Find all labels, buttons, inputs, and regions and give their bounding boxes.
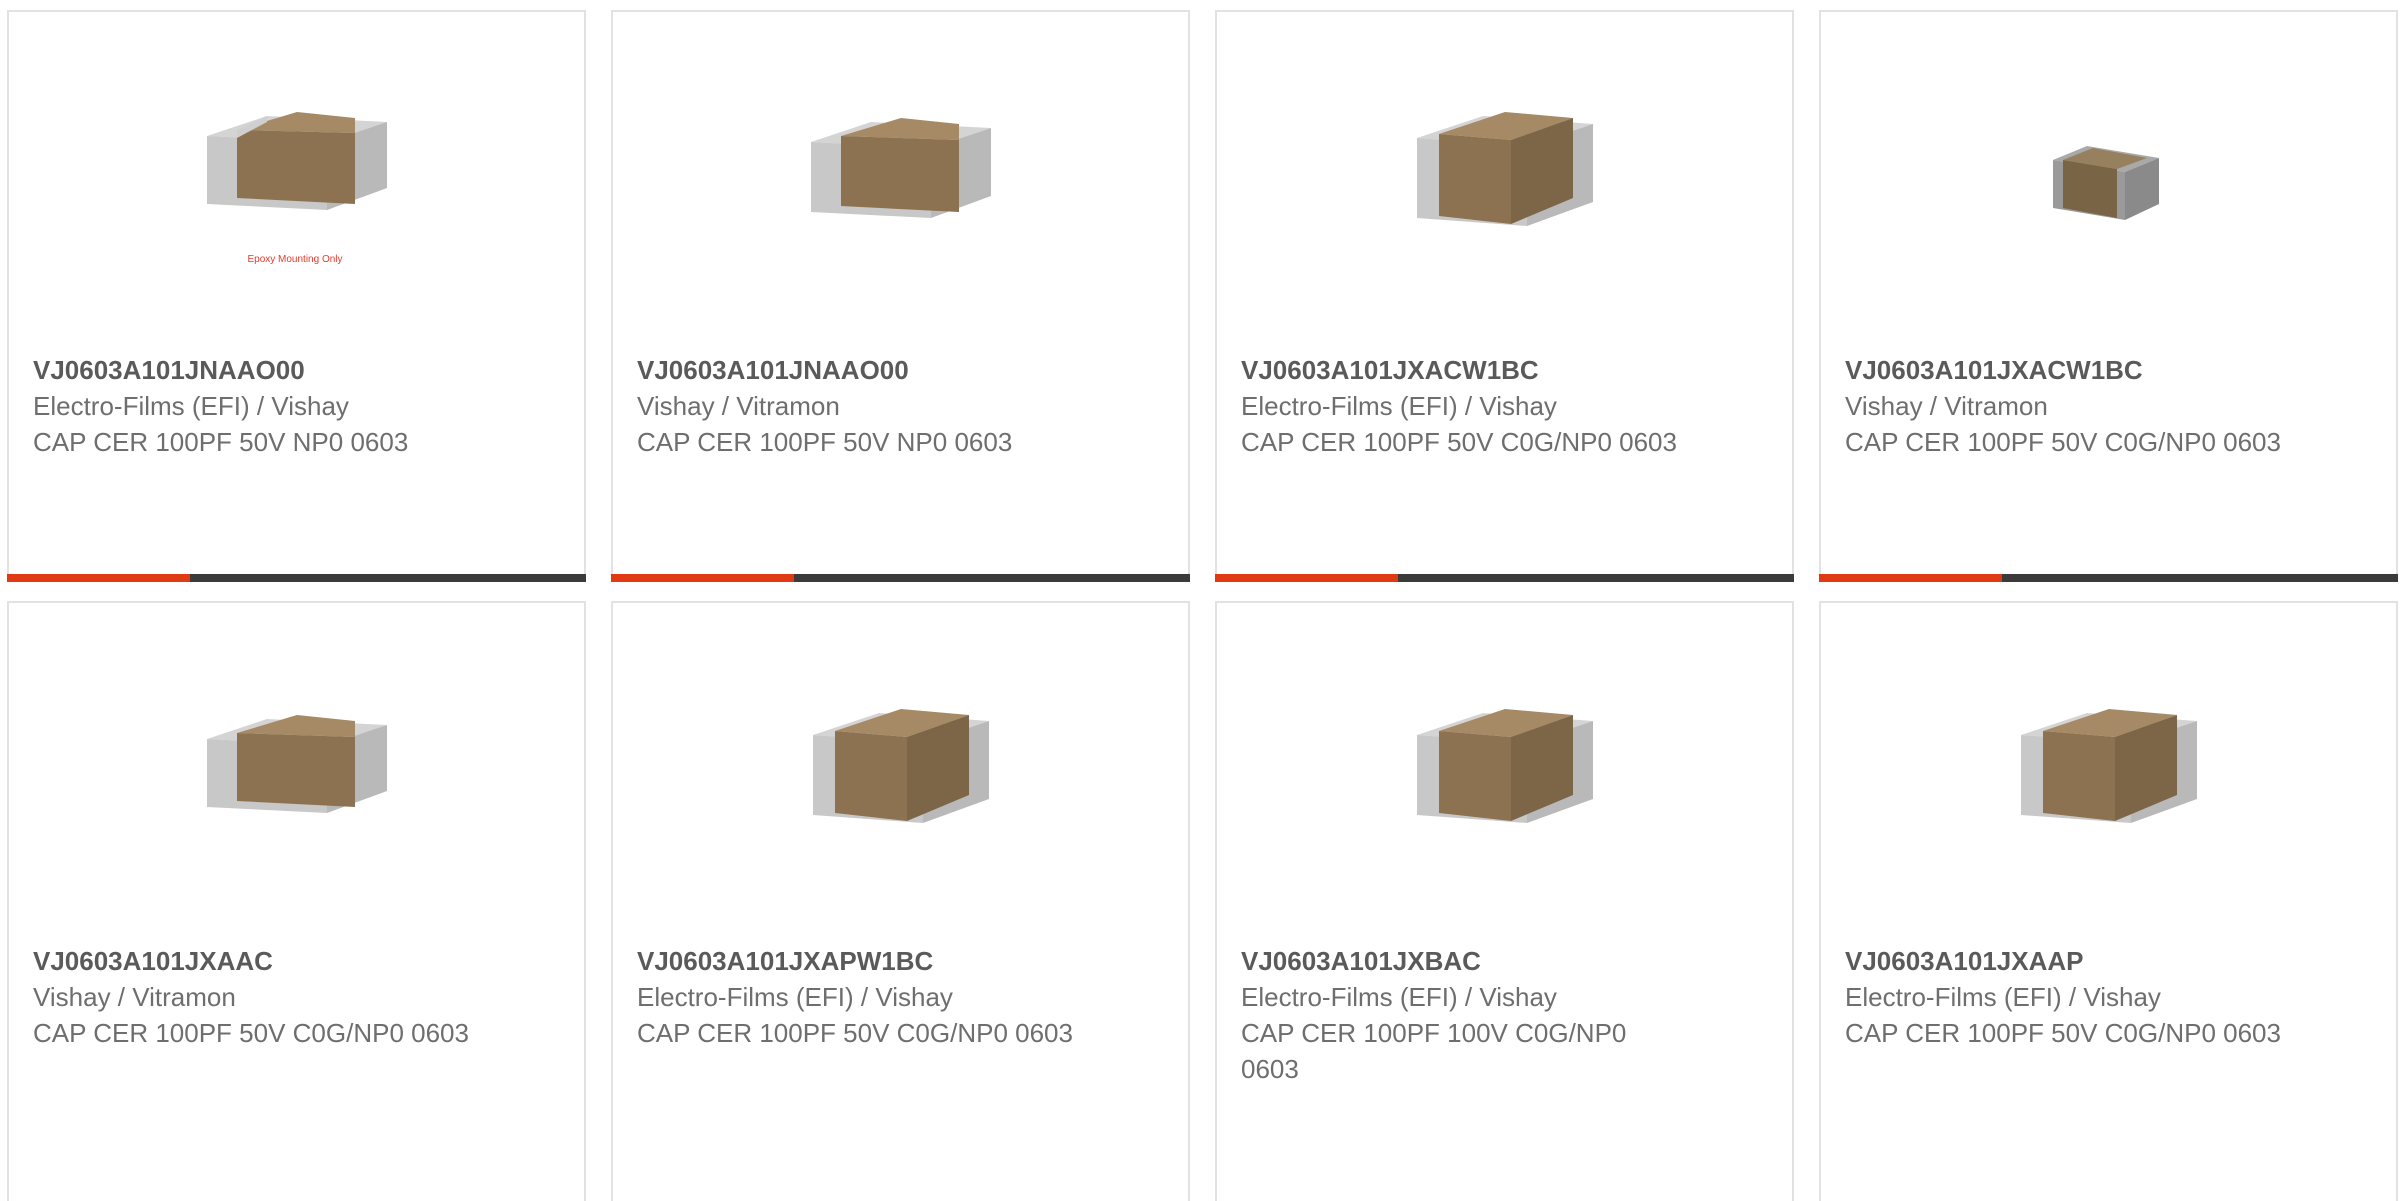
product-card[interactable]: Epoxy Mounting Only VJ0603A101JNAAO00 El… [7,10,586,582]
image-caption: Epoxy Mounting Only [247,254,342,265]
part-number-link[interactable]: VJ0603A101JNAAO00 [33,352,473,388]
hover-bar-accent [611,574,794,582]
capacitor-icon [1403,86,1603,286]
part-number-link[interactable]: VJ0603A101JNAAO00 [637,352,1077,388]
product-card[interactable]: VJ0603A101JXAAC Vishay / Vitramon CAP CE… [7,601,586,1201]
capacitor-icon [2007,677,2207,877]
product-card[interactable]: VJ0603A101JXAPW1BC Electro-Films (EFI) /… [611,601,1190,1201]
product-card[interactable]: VJ0603A101JNAAO00 Vishay / Vitramon CAP … [611,10,1190,582]
capacitor-icon [1403,677,1603,877]
manufacturer: Vishay / Vitramon [1845,391,2048,421]
product-card[interactable]: VJ0603A101JXACW1BC Vishay / Vitramon CAP… [1819,10,2398,582]
product-card[interactable]: VJ0603A101JXBAC Electro-Films (EFI) / Vi… [1215,601,1794,1201]
hover-bar-accent [7,574,190,582]
hover-bar [1819,574,2398,582]
description: CAP CER 100PF 50V C0G/NP0 0603 [33,1018,469,1048]
manufacturer: Electro-Films (EFI) / Vishay [1241,391,1557,421]
part-number-link[interactable]: VJ0603A101JXBAC [1241,943,1681,979]
hover-bar [611,574,1190,582]
part-number-link[interactable]: VJ0603A101JXAAP [1845,943,2285,979]
description: CAP CER 100PF 50V C0G/NP0 0603 [1241,427,1677,457]
description: CAP CER 100PF 50V C0G/NP0 0603 [1845,1018,2281,1048]
part-number-link[interactable]: VJ0603A101JXAAC [33,943,473,979]
product-card[interactable]: VJ0603A101JXACW1BC Electro-Films (EFI) /… [1215,10,1794,582]
hover-bar-accent [1819,574,2002,582]
manufacturer: Vishay / Vitramon [33,982,236,1012]
description: CAP CER 100PF 50V NP0 0603 [33,427,409,457]
capacitor-icon [195,677,395,877]
capacitor-epoxy-icon: Epoxy Mounting Only [195,86,395,286]
hover-bar [7,574,586,582]
capacitor-icon [799,86,999,286]
capacitor-small-icon [2007,86,2207,286]
manufacturer: Vishay / Vitramon [637,391,840,421]
product-card[interactable]: VJ0603A101JXAAP Electro-Films (EFI) / Vi… [1819,601,2398,1201]
part-number-link[interactable]: VJ0603A101JXACW1BC [1241,352,1681,388]
manufacturer: Electro-Films (EFI) / Vishay [33,391,349,421]
product-grid: Epoxy Mounting Only VJ0603A101JNAAO00 El… [7,10,2400,1201]
capacitor-icon [799,677,999,877]
description: CAP CER 100PF 50V C0G/NP0 0603 [637,1018,1073,1048]
description: CAP CER 100PF 50V NP0 0603 [637,427,1013,457]
part-number-link[interactable]: VJ0603A101JXACW1BC [1845,352,2285,388]
manufacturer: Electro-Films (EFI) / Vishay [1845,982,2161,1012]
manufacturer: Electro-Films (EFI) / Vishay [1241,982,1557,1012]
hover-bar-accent [1215,574,1398,582]
description: CAP CER 100PF 50V C0G/NP0 0603 [1845,427,2281,457]
manufacturer: Electro-Films (EFI) / Vishay [637,982,953,1012]
hover-bar [1215,574,1794,582]
part-number-link[interactable]: VJ0603A101JXAPW1BC [637,943,1077,979]
description: CAP CER 100PF 100V C0G/NP0 0603 [1241,1018,1627,1084]
